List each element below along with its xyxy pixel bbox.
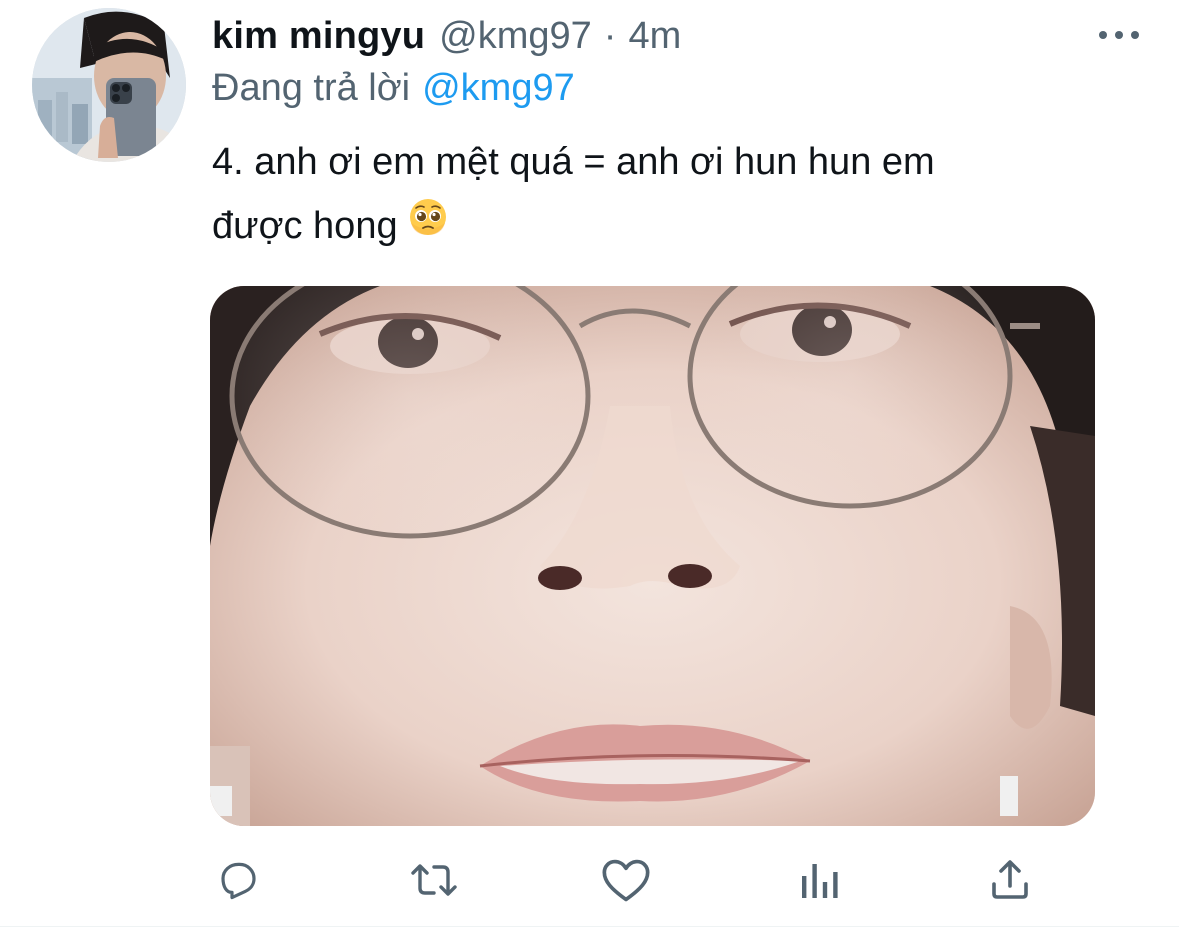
more-dot (1131, 31, 1139, 39)
analytics-button[interactable] (792, 852, 848, 908)
like-button[interactable] (598, 852, 654, 908)
reply-icon (221, 862, 256, 900)
pleading-face-emoji (408, 193, 448, 257)
more-dot (1099, 31, 1107, 39)
replying-to-label: Đang trả lời (212, 67, 411, 109)
tweet-media-photo[interactable] (210, 286, 1095, 826)
tweet-text-line: 4. anh ơi em mệt quá = anh ơi hun hun em (212, 141, 935, 183)
more-dot (1115, 31, 1123, 39)
timestamp[interactable]: 4m (628, 12, 681, 60)
avatar[interactable] (32, 8, 186, 162)
reply-button[interactable] (210, 852, 266, 908)
reply-mention-link[interactable]: @kmg97 (422, 67, 575, 109)
replying-to: Đang trả lời @kmg97 (212, 64, 575, 112)
share-icon (992, 860, 1028, 899)
share-button[interactable] (982, 852, 1038, 908)
retweet-icon (411, 864, 457, 896)
more-dots-icon[interactable] (1099, 28, 1139, 42)
avatar-photo (32, 8, 186, 162)
tweet-header: kim mingyu @kmg97 · 4m (212, 12, 681, 60)
user-handle[interactable]: @kmg97 (439, 12, 592, 60)
tweet-actions (210, 852, 1050, 908)
analytics-icon (802, 864, 838, 898)
media-image (210, 286, 1095, 826)
retweet-button[interactable] (406, 852, 462, 908)
tweet-text: 4. anh ơi em mệt quá = anh ơi hun hun em… (212, 130, 1092, 258)
tweet[interactable]: kim mingyu @kmg97 · 4m Đang trả lời @kmg9… (0, 0, 1179, 927)
display-name[interactable]: kim mingyu (212, 12, 425, 60)
tweet-text-line-content: được hong (212, 205, 398, 247)
tweet-text-line: được hong (212, 194, 1092, 258)
separator-dot: · (603, 15, 617, 57)
heart-icon (602, 859, 650, 902)
